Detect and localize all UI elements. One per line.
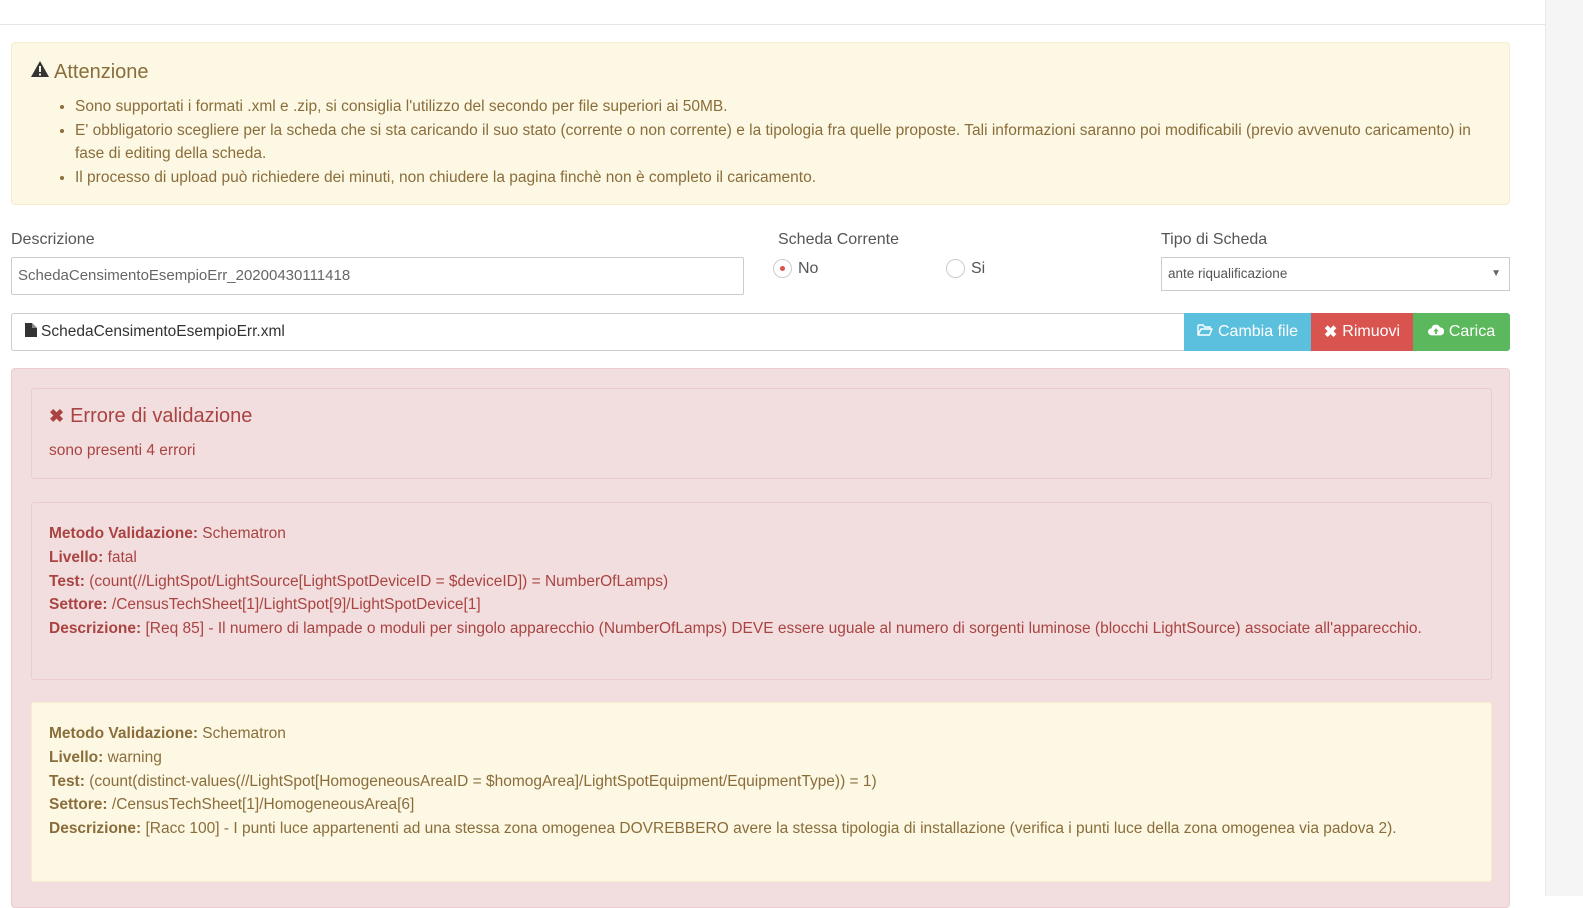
radio-si[interactable]: Si: [946, 259, 985, 278]
change-file-label: Cambia file: [1217, 323, 1299, 340]
error-settore-row: Settore: /CensusTechSheet[1]/Homogeneous…: [49, 793, 1474, 817]
top-bar: [0, 0, 1545, 25]
change-file-button[interactable]: Cambia file: [1184, 313, 1311, 351]
error-count: sono presenti 4 errori: [49, 442, 196, 459]
file-display: SchedaCensimentoEsempioErr.xml: [11, 313, 1184, 351]
error-livello-row: Livello: warning: [49, 746, 1474, 770]
settore-value: /CensusTechSheet[1]/LightSpot[9]/LightSp…: [111, 596, 481, 614]
error-descrizione-row: Descrizione: [Req 85] - Il numero di lam…: [49, 617, 1474, 641]
file-name: SchedaCensimentoEsempioErr.xml: [41, 323, 285, 340]
validation-title-text: Errore di validazione: [70, 405, 253, 427]
livello-label: Livello:: [49, 548, 104, 566]
livello-value: fatal: [107, 548, 137, 566]
test-label: Test:: [49, 572, 85, 590]
upload-label: Carica: [1448, 323, 1496, 340]
attention-alert: Attenzione Sono supportati i formati .xm…: [11, 42, 1510, 205]
settore-label: Settore:: [49, 596, 108, 614]
error-item: Metodo Validazione: Schematron Livello: …: [31, 502, 1492, 680]
descrizione-input[interactable]: SchedaCensimentoEsempioErr_2020043011141…: [11, 257, 744, 295]
livello-value: warning: [107, 748, 162, 766]
file-icon: [25, 322, 37, 342]
close-icon: ✖: [49, 406, 65, 426]
file-input-group: SchedaCensimentoEsempioErr.xml Cambia fi…: [11, 313, 1510, 351]
remove-icon: ✖: [1323, 324, 1338, 341]
radio-no-circle[interactable]: [773, 259, 792, 278]
metodo-value: Schematron: [202, 525, 286, 542]
validation-title: ✖ Errore di validazione: [49, 405, 252, 428]
validation-header: ✖ Errore di validazione sono presenti 4 …: [31, 388, 1492, 479]
alert-item: Il processo di upload può richiedere dei…: [75, 166, 1495, 190]
error-metodo-row: Metodo Validazione: Schematron: [49, 722, 1474, 746]
error-metodo-row: Metodo Validazione: Schematron: [49, 522, 1474, 546]
test-value: (count(distinct-values(//LightSpot[Homog…: [89, 772, 877, 790]
tipo-scheda-select[interactable]: ante riqualificazione ▼: [1161, 257, 1510, 291]
error-livello-row: Livello: fatal: [49, 546, 1474, 570]
metodo-label: Metodo Validazione:: [49, 525, 198, 542]
page-scrollbar[interactable]: [1545, 0, 1583, 896]
radio-no[interactable]: No: [773, 259, 818, 278]
descrizione-label: Descrizione: [11, 231, 95, 248]
metodo-label: Metodo Validazione:: [49, 725, 198, 742]
alert-item: Sono supportati i formati .xml e .zip, s…: [75, 95, 1495, 119]
scheda-corrente-label: Scheda Corrente: [778, 231, 899, 248]
alert-title-text: Attenzione: [54, 60, 149, 83]
upload-button[interactable]: Carica: [1413, 313, 1510, 351]
validation-panel: ✖ Errore di validazione sono presenti 4 …: [11, 368, 1510, 908]
descrizione-label: Descrizione:: [49, 620, 142, 638]
folder-open-icon: [1197, 323, 1213, 342]
error-settore-row: Settore: /CensusTechSheet[1]/LightSpot[9…: [49, 593, 1474, 617]
error-item: Metodo Validazione: Schematron Livello: …: [31, 702, 1492, 882]
tipo-scheda-value: ante riqualificazione: [1168, 266, 1288, 281]
warning-icon: [30, 60, 50, 84]
error-test-row: Test: (count(distinct-values(//LightSpot…: [49, 770, 1474, 794]
remove-label: Rimuovi: [1342, 323, 1401, 340]
radio-si-circle[interactable]: [946, 259, 965, 278]
alert-title: Attenzione: [30, 60, 149, 84]
error-descrizione-row: Descrizione: [Racc 100] - I punti luce a…: [49, 817, 1474, 841]
radio-si-label: Si: [971, 259, 986, 277]
test-label: Test:: [49, 772, 85, 790]
descrizione-label: Descrizione:: [49, 820, 142, 838]
alert-list: Sono supportati i formati .xml e .zip, s…: [55, 95, 1495, 189]
tipo-scheda-label: Tipo di Scheda: [1161, 231, 1268, 248]
alert-item: E' obbligatorio scegliere per la scheda …: [75, 119, 1495, 166]
settore-label: Settore:: [49, 796, 108, 814]
error-test-row: Test: (count(//LightSpot/LightSource[Lig…: [49, 570, 1474, 594]
descrizione-value: [Racc 100] - I punti luce appartenenti a…: [145, 820, 1397, 838]
descrizione-value: [Req 85] - Il numero di lampade o moduli…: [145, 620, 1422, 638]
remove-button[interactable]: ✖ Rimuovi: [1311, 313, 1413, 351]
caret-down-icon: ▼: [1491, 268, 1501, 279]
test-value: (count(//LightSpot/LightSource[LightSpot…: [89, 572, 669, 590]
livello-label: Livello:: [49, 748, 104, 766]
settore-value: /CensusTechSheet[1]/HomogeneousArea[6]: [111, 796, 415, 814]
metodo-value: Schematron: [202, 725, 286, 742]
cloud-upload-icon: [1427, 323, 1445, 342]
radio-no-label: No: [798, 259, 819, 277]
